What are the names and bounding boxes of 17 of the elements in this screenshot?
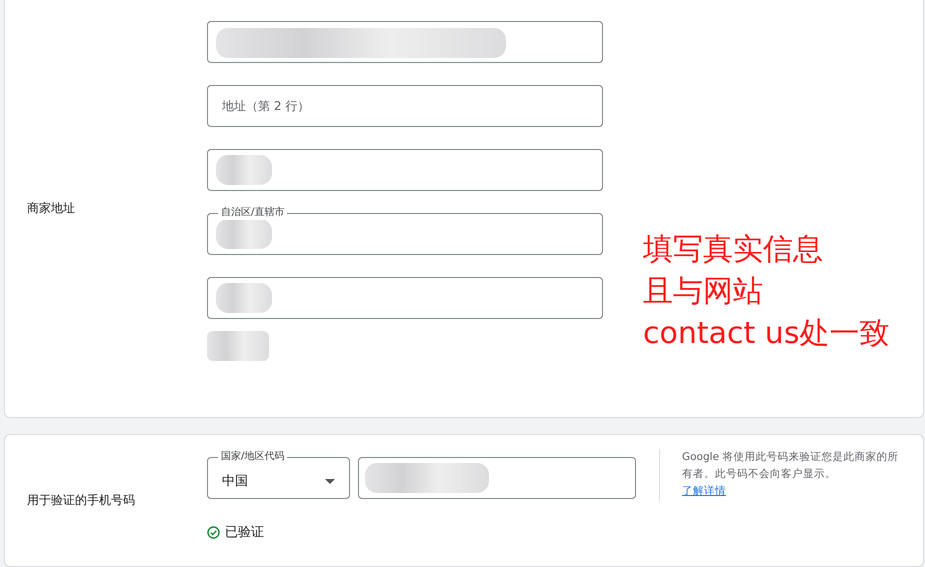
annotation-text: contact us处一致 <box>643 315 890 353</box>
section-label: 用于验证的手机号码 <box>27 493 135 507</box>
phone-input-field[interactable] <box>358 457 636 499</box>
check-circle-icon <box>207 526 220 538</box>
field-label: 国家/地区代码 <box>220 450 286 464</box>
annotation-text: 填写真实信息 <box>643 231 824 269</box>
input-field[interactable] <box>207 21 603 63</box>
annotation-text: 且与网站 <box>643 273 764 311</box>
help-text: Google 将使用此号码来验证您是此商家的所有者。此号码不会向客户显示。 <box>682 450 900 482</box>
input-field[interactable] <box>207 149 603 191</box>
learn-more-link[interactable]: 了解详情 <box>682 483 726 500</box>
caret-icon <box>325 478 335 484</box>
input-field[interactable]: 地址（第 2 行） <box>207 85 603 127</box>
section-label: 商家地址 <box>27 200 75 216</box>
input-field[interactable] <box>207 277 603 319</box>
verified-status: 已验证 <box>225 524 264 541</box>
country-select[interactable]: 国家/地区代码 中国 <box>207 450 350 499</box>
